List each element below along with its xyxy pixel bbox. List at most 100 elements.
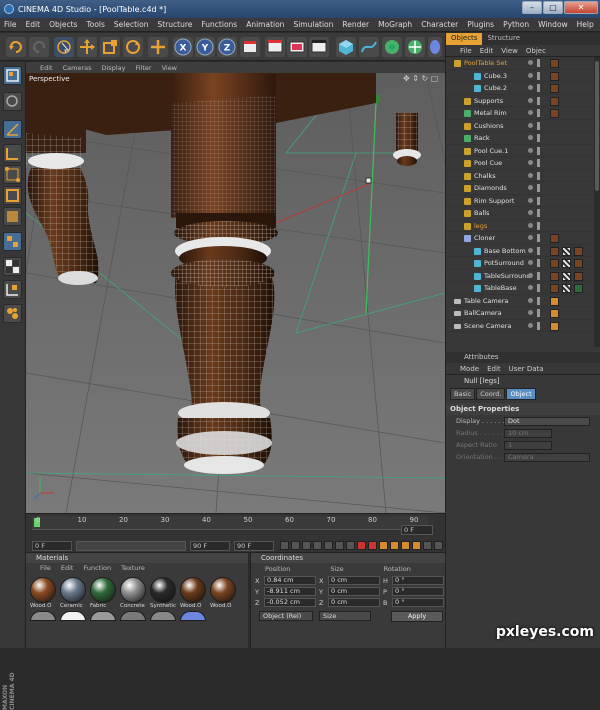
texture-axis-icon[interactable] [3, 120, 22, 139]
texture-tag-icon[interactable] [562, 246, 571, 256]
material-tag-icon[interactable] [550, 296, 559, 306]
attributes-menu-edit[interactable]: Edit [487, 363, 501, 374]
max-frame-field[interactable]: 90 F [234, 541, 274, 551]
material-tag-icon[interactable] [574, 271, 583, 281]
object-row[interactable]: Pool Cue.1 [446, 145, 600, 157]
material-preview[interactable] [60, 611, 86, 621]
tab-objects[interactable]: Objects [446, 33, 483, 45]
menu-functions[interactable]: Functions [201, 20, 237, 29]
snapping-icon[interactable] [3, 280, 22, 299]
object-menu-objec[interactable]: Objec [526, 45, 546, 56]
render-toggle[interactable] [537, 109, 540, 117]
size-input[interactable]: 0 cm [328, 587, 380, 596]
position-input[interactable]: -8.911 cm [264, 587, 316, 596]
live-selection-icon[interactable] [148, 37, 168, 57]
rotate-tool-icon[interactable] [123, 37, 143, 57]
rotation-input[interactable]: 0 ° [392, 587, 444, 596]
object-row[interactable]: Scene Camera [446, 320, 600, 332]
size-input[interactable]: 0 cm [328, 598, 380, 607]
render-toggle[interactable] [537, 171, 540, 180]
render-toggle[interactable] [537, 296, 540, 305]
visibility-dot[interactable] [528, 72, 533, 78]
visibility-dot[interactable] [528, 310, 533, 315]
material-tag-icon[interactable] [574, 284, 583, 293]
object-row[interactable]: PoolTable Set [446, 57, 600, 70]
select-tool-icon[interactable] [54, 37, 74, 57]
visibility-dot[interactable] [528, 322, 533, 328]
object-menu-edit[interactable]: Edit [480, 45, 494, 56]
object-row[interactable]: Cube.2 [446, 82, 600, 95]
menu-window[interactable]: Window [538, 20, 568, 29]
object-row[interactable]: Table Camera [446, 295, 600, 307]
scale-tool-icon[interactable] [100, 37, 120, 57]
scrollbar-thumb[interactable] [595, 61, 599, 191]
tweak-mode-icon[interactable] [3, 257, 22, 276]
current-frame-field[interactable]: 0 F [401, 525, 433, 535]
object-row[interactable]: Metal Rim [446, 107, 600, 120]
visibility-dot[interactable] [528, 60, 533, 65]
visibility-dot[interactable] [528, 97, 533, 103]
visibility-dot[interactable] [528, 135, 533, 140]
coordinate-mode-dropdown[interactable]: Object (Rel) [259, 611, 313, 621]
apply-button[interactable]: Apply [391, 611, 443, 622]
close-button[interactable]: ✕ [564, 1, 598, 14]
menu-objects[interactable]: Objects [49, 20, 77, 29]
rotation-input[interactable]: 0 ° [392, 598, 444, 607]
viewport-menu-edit[interactable]: Edit [40, 64, 53, 72]
point-level-icon[interactable] [434, 541, 443, 550]
object-row[interactable]: Supports [446, 95, 600, 107]
visibility-dot[interactable] [528, 122, 533, 128]
material-tag-icon[interactable] [550, 321, 559, 331]
frame-range-slider[interactable] [76, 541, 186, 551]
object-menu-file[interactable]: File [460, 45, 472, 56]
render-toggle[interactable] [537, 246, 540, 255]
menu-character[interactable]: Character [421, 20, 458, 29]
z-axis-icon[interactable]: Z [217, 37, 237, 57]
render-settings-icon[interactable] [309, 37, 329, 57]
object-row[interactable]: Cushions [446, 120, 600, 132]
viewport-perspective[interactable]: ✥ ⇕ ↻ ▢ Perspective [26, 73, 445, 513]
end-frame-field[interactable]: 90 F [190, 541, 230, 551]
object-row[interactable]: legs [446, 220, 600, 232]
next-frame-icon[interactable] [324, 541, 333, 550]
material-tag-icon[interactable] [550, 59, 559, 68]
visibility-dot[interactable] [528, 285, 533, 290]
render-toggle[interactable] [537, 234, 540, 242]
material-tag-icon[interactable] [550, 71, 559, 81]
visibility-dot[interactable] [528, 160, 533, 165]
render-toggle[interactable] [537, 309, 540, 317]
attribute-tab-object[interactable]: Object [506, 388, 536, 400]
edges-mode-icon[interactable] [3, 186, 22, 205]
visibility-dot[interactable] [528, 297, 533, 303]
position-key-icon[interactable] [390, 541, 399, 550]
play-icon[interactable] [313, 541, 322, 550]
workplane-icon[interactable] [3, 144, 22, 163]
attributes-menu-user-data[interactable]: User Data [509, 363, 544, 374]
menu-mograph[interactable]: MoGraph [378, 20, 412, 29]
material-tag-icon[interactable] [574, 259, 583, 268]
move-tool-icon[interactable] [77, 37, 97, 57]
render-toggle[interactable] [537, 196, 540, 205]
visibility-dot[interactable] [528, 247, 533, 253]
render-toggle[interactable] [537, 59, 540, 67]
menu-help[interactable]: Help [577, 20, 594, 29]
attribute-tab-basic[interactable]: Basic [450, 388, 476, 400]
attributes-menu-mode[interactable]: Mode [460, 363, 479, 374]
materials-menu-texture[interactable]: Texture [121, 563, 145, 573]
menu-simulation[interactable]: Simulation [293, 20, 333, 29]
scale-key-icon[interactable] [401, 541, 410, 550]
object-row[interactable]: Balls [446, 207, 600, 220]
enable-axis-icon[interactable] [3, 232, 22, 251]
redo-icon[interactable] [29, 37, 49, 57]
object-row[interactable]: PotSurround [446, 257, 600, 270]
material-tag-icon[interactable] [550, 96, 559, 106]
autokey-icon[interactable] [368, 541, 377, 550]
visibility-dot[interactable] [528, 110, 533, 115]
rotation-key-icon[interactable] [412, 541, 421, 550]
viewport-menu-view[interactable]: View [162, 64, 177, 72]
texture-tag-icon[interactable] [562, 259, 571, 268]
visibility-dot[interactable] [528, 260, 533, 265]
render-toggle[interactable] [537, 159, 540, 167]
object-row[interactable]: Chalks [446, 170, 600, 182]
material-tag-icon[interactable] [550, 84, 559, 93]
